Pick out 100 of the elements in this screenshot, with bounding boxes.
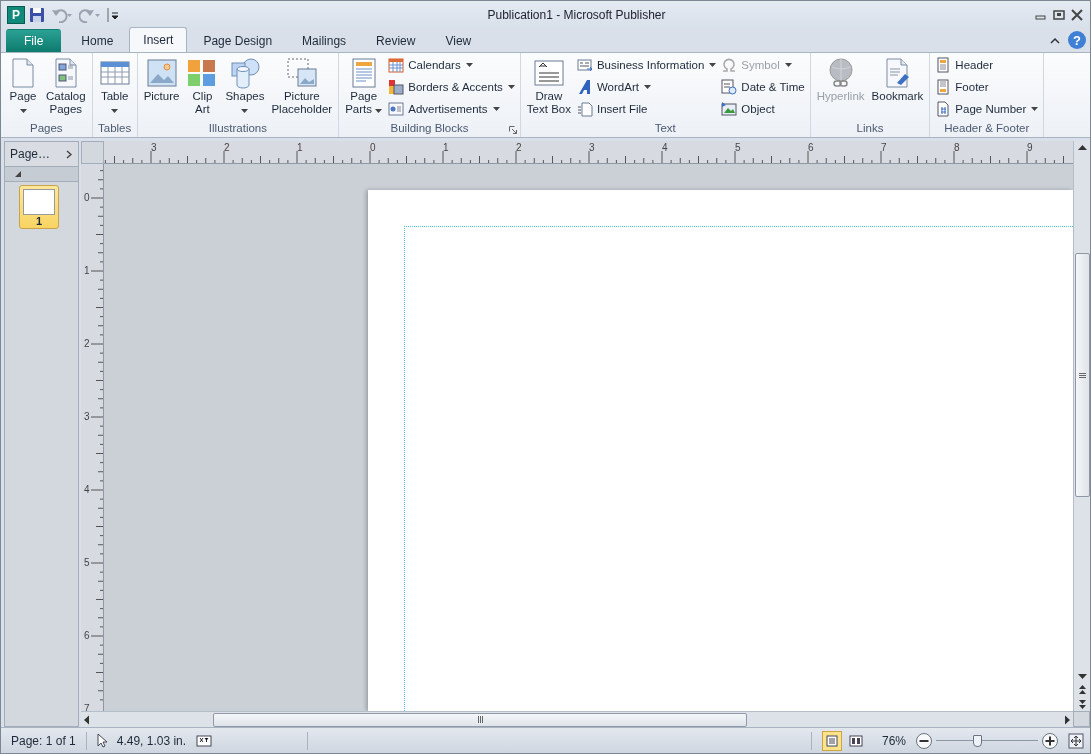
- ribbon-tab[interactable]: Page Design: [189, 29, 287, 52]
- group-label: Building Blocks: [390, 122, 469, 136]
- app-logo: P: [7, 5, 25, 24]
- dialog-launcher-icon[interactable]: [508, 126, 517, 134]
- ruler-label: 1: [443, 143, 449, 153]
- ribbon-button[interactable]: Borders & Accents: [386, 78, 517, 96]
- collapse-triangle-icon[interactable]: [15, 171, 21, 177]
- ruler-label: 2: [84, 339, 90, 349]
- borders-icon: [388, 79, 405, 95]
- ruler-label: 3: [589, 143, 595, 153]
- cursor-position: 4.49, 1.03 in.: [116, 733, 187, 748]
- text-box-icon: [532, 57, 565, 89]
- cursor-icon: [96, 733, 107, 748]
- vertical-scrollbar[interactable]: [1073, 141, 1090, 711]
- wordart-icon: [576, 79, 593, 95]
- zoom-slider-thumb[interactable]: [972, 734, 982, 747]
- ruler-label: 0: [84, 193, 90, 203]
- group-label: Header & Footer: [944, 122, 1030, 136]
- ribbon-button[interactable]: Page: [4, 55, 42, 122]
- picture-placeholder-icon: [285, 57, 318, 89]
- dropdown-arrow-icon: [784, 63, 792, 67]
- ribbon-tab[interactable]: Home: [67, 29, 128, 52]
- ribbon-button[interactable]: Page Number: [933, 100, 1041, 118]
- insert-file-icon: [576, 101, 593, 117]
- ruler-label: 3: [151, 143, 157, 153]
- ribbon-button[interactable]: Bookmark: [868, 55, 927, 122]
- ribbon-tab[interactable]: Review: [362, 29, 430, 52]
- ribbon-tab[interactable]: Mailings: [288, 29, 361, 52]
- calendar-clock-icon: [721, 79, 738, 95]
- shapes-icon: [228, 57, 261, 89]
- ribbon-button[interactable]: Insert File: [574, 100, 719, 118]
- single-page-icon: [825, 734, 838, 747]
- previous-page-icon[interactable]: [1077, 683, 1087, 697]
- fit-page-icon[interactable]: [1068, 732, 1084, 749]
- dropdown-arrow-icon: [465, 63, 473, 67]
- zoom-in-button[interactable]: [1042, 732, 1058, 749]
- zoom-out-button[interactable]: [916, 732, 932, 749]
- scroll-thumb[interactable]: [213, 712, 747, 727]
- scroll-thumb[interactable]: [1074, 253, 1090, 497]
- dropdown-arrow-icon: [375, 109, 383, 113]
- page-indicator: Page: 1 of 1: [11, 733, 76, 748]
- ruler-label: 2: [224, 143, 230, 153]
- ribbon-tab[interactable]: File: [6, 29, 62, 52]
- ribbon-button[interactable]: Footer: [933, 78, 1041, 96]
- ruler-label: 1: [84, 266, 90, 276]
- dropdown-arrow-icon: [507, 85, 515, 89]
- object-icon: [721, 101, 738, 117]
- collapse-ribbon-icon[interactable]: [1050, 36, 1060, 44]
- dropdown-arrow-icon: [111, 109, 119, 113]
- restore-icon[interactable]: [1052, 8, 1066, 21]
- ribbon-button[interactable]: Picture: [140, 55, 183, 122]
- ribbon-button[interactable]: Object: [719, 100, 807, 118]
- zoom-level: 76%: [880, 733, 907, 748]
- save-icon[interactable]: [29, 6, 45, 23]
- ruler-label: 1: [297, 143, 303, 153]
- ribbon-button[interactable]: Catalog Pages: [43, 55, 89, 122]
- footer-icon: [935, 79, 952, 95]
- expand-panel-icon[interactable]: [66, 149, 72, 159]
- dropdown-arrow-icon: [241, 109, 249, 113]
- ribbon-button[interactable]: Picture Placeholder: [268, 55, 336, 122]
- ribbon-button[interactable]: Draw Text Box: [523, 55, 574, 122]
- page-thumbnail[interactable]: 1: [19, 185, 59, 229]
- ribbon-button[interactable]: Date & Time: [719, 78, 807, 96]
- omega-icon: [721, 57, 738, 73]
- ruler-label: 5: [84, 558, 90, 568]
- ribbon-tab[interactable]: Insert: [129, 27, 188, 52]
- ruler-label: 5: [735, 143, 741, 153]
- dropdown-arrow-icon: [492, 107, 500, 111]
- ribbon-button[interactable]: Clip Art: [183, 55, 222, 122]
- ribbon-button[interactable]: Page Parts: [342, 55, 386, 122]
- page-number-icon: [935, 101, 952, 117]
- grip-icon: [1078, 372, 1086, 378]
- dropdown-arrow-icon: [643, 85, 651, 89]
- ruler-label: 9: [1027, 143, 1033, 153]
- header-icon: [935, 57, 952, 73]
- calendar-icon: [388, 57, 405, 73]
- grip-icon: [477, 716, 483, 723]
- ribbon-button[interactable]: Shapes: [222, 55, 268, 122]
- ribbon-button[interactable]: Business Information: [574, 56, 719, 74]
- ruler-label: 7: [881, 143, 887, 153]
- group-label: Links: [856, 122, 884, 136]
- window-title: Publication1 - Microsoft Publisher: [486, 7, 667, 22]
- ruler-label: 4: [662, 143, 668, 153]
- advertisement-icon: [388, 101, 405, 117]
- ribbon-button[interactable]: Advertisements: [386, 100, 517, 118]
- ribbon-button[interactable]: Header: [933, 56, 1041, 74]
- group-label: Tables: [98, 122, 132, 136]
- dropdown-arrow-icon: [19, 109, 27, 113]
- next-page-icon[interactable]: [1077, 697, 1087, 711]
- ruler-label: 6: [84, 631, 90, 641]
- ribbon-tab[interactable]: View: [431, 29, 486, 52]
- ribbon-button[interactable]: WordArt: [574, 78, 719, 96]
- group-label: Illustrations: [208, 122, 267, 136]
- ribbon-button[interactable]: Table: [95, 55, 134, 122]
- close-icon[interactable]: [1070, 8, 1084, 21]
- ruler-label: 3: [84, 412, 90, 422]
- help-button[interactable]: ?: [1068, 31, 1086, 49]
- ribbon-button[interactable]: Calendars: [386, 56, 517, 74]
- horizontal-scrollbar[interactable]: [81, 711, 1073, 727]
- customize-toolbar-icon[interactable]: [107, 6, 119, 23]
